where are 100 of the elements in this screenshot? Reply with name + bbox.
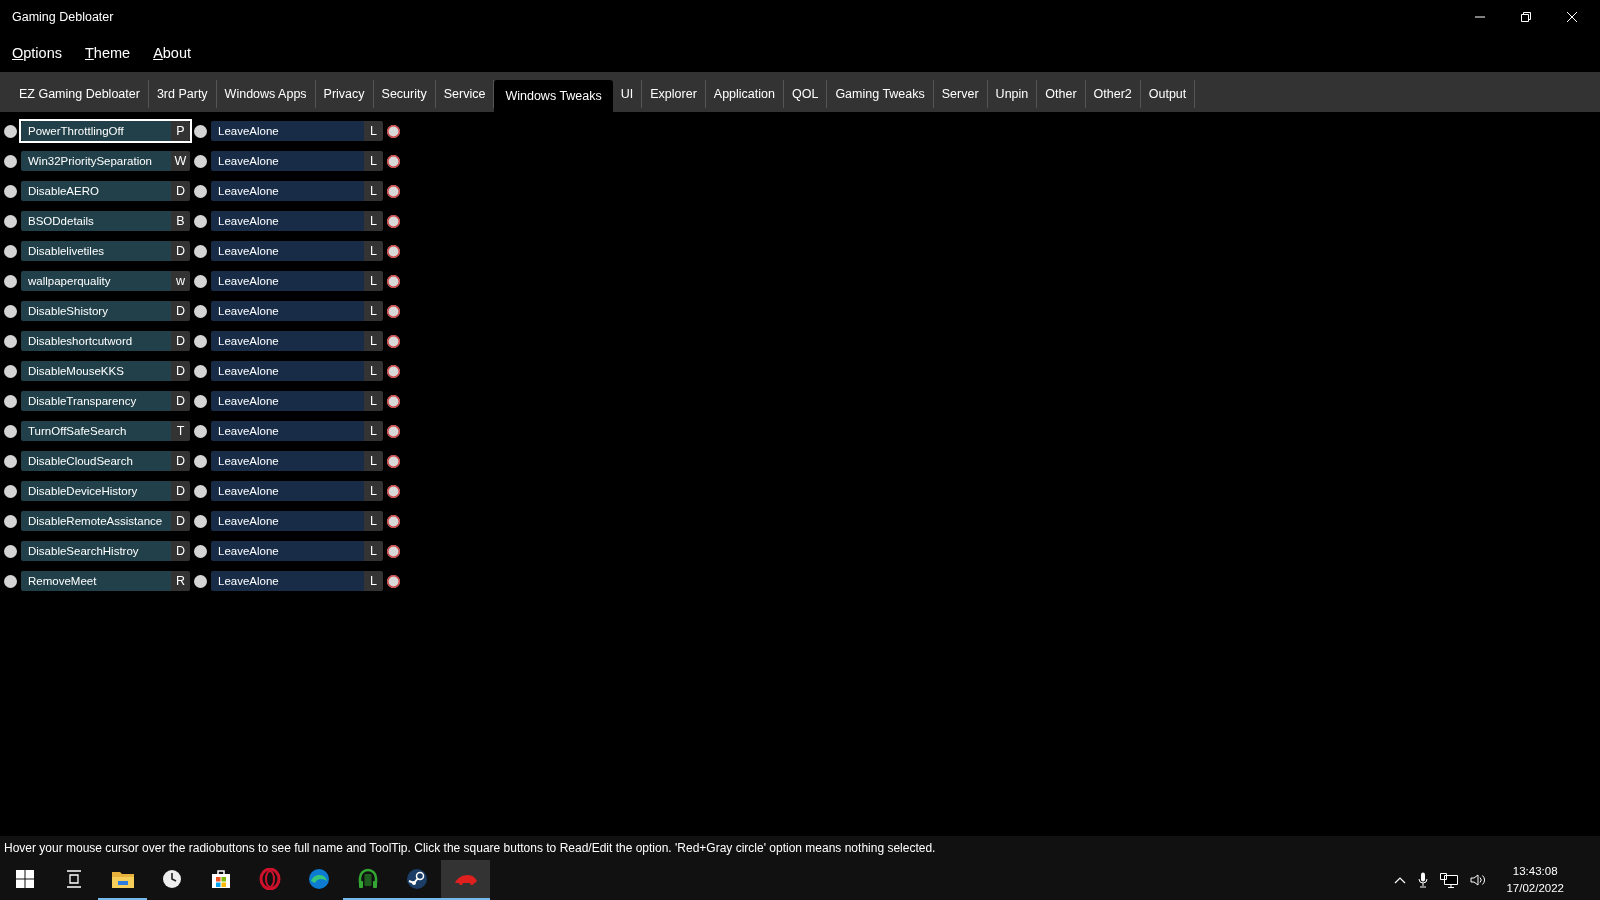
tab[interactable]: Server (933, 80, 988, 108)
radio-button[interactable] (387, 274, 400, 288)
radio-button[interactable] (4, 574, 17, 588)
radio-button[interactable] (194, 544, 207, 558)
radio-button[interactable] (4, 124, 17, 138)
restore-icon[interactable] (1520, 11, 1532, 23)
task-view-icon[interactable] (64, 870, 83, 888)
edit-button[interactable]: L (364, 151, 383, 171)
speaker-icon[interactable] (1470, 873, 1487, 887)
radio-button[interactable] (387, 364, 400, 378)
tab[interactable]: Explorer (642, 80, 706, 108)
radio-button[interactable] (387, 484, 400, 498)
value-field[interactable]: LeaveAlone (211, 541, 364, 561)
edit-button[interactable]: L (364, 391, 383, 411)
radio-button[interactable] (4, 454, 17, 468)
radio-button[interactable] (194, 244, 207, 258)
radio-button[interactable] (387, 574, 400, 588)
edit-button[interactable]: L (364, 301, 383, 321)
radio-button[interactable] (387, 214, 400, 228)
radio-button[interactable] (387, 544, 400, 558)
radio-button[interactable] (4, 364, 17, 378)
radio-button[interactable] (387, 454, 400, 468)
edit-button[interactable]: L (364, 361, 383, 381)
chevron-up-icon[interactable] (1394, 876, 1407, 884)
value-field[interactable]: LeaveAlone (211, 481, 364, 501)
edit-button[interactable]: L (364, 121, 383, 141)
clock-icon[interactable] (161, 869, 182, 889)
value-field[interactable]: LeaveAlone (211, 271, 364, 291)
radio-button[interactable] (387, 244, 400, 258)
tab[interactable]: QOL (783, 80, 828, 108)
tab[interactable]: Privacy (315, 80, 374, 108)
radio-button[interactable] (4, 514, 17, 528)
tab[interactable]: Application (705, 80, 784, 108)
windows-logo-icon[interactable] (15, 870, 34, 888)
clock-date[interactable]: 17/02/2022 (1506, 880, 1564, 897)
radio-button[interactable] (4, 244, 17, 258)
radio-button[interactable] (194, 364, 207, 378)
shopping-bag-icon[interactable] (210, 869, 231, 889)
edit-button[interactable]: L (364, 481, 383, 501)
value-field[interactable]: LeaveAlone (211, 361, 364, 381)
radio-button[interactable] (4, 394, 17, 408)
radio-button[interactable] (387, 514, 400, 528)
radio-button[interactable] (387, 424, 400, 438)
edit-button[interactable]: L (364, 241, 383, 261)
value-field[interactable]: LeaveAlone (211, 181, 364, 201)
tab[interactable]: Other2 (1085, 80, 1141, 108)
radio-button[interactable] (387, 304, 400, 318)
edit-button[interactable]: L (364, 451, 383, 471)
edit-button[interactable]: L (364, 571, 383, 591)
edit-button[interactable]: L (364, 331, 383, 351)
edit-button[interactable]: L (364, 181, 383, 201)
radio-button[interactable] (194, 124, 207, 138)
value-field[interactable]: LeaveAlone (211, 121, 364, 141)
edit-button[interactable]: L (364, 511, 383, 531)
radio-button[interactable] (194, 304, 207, 318)
tab[interactable]: Windows Tweaks (494, 80, 613, 112)
radio-button[interactable] (387, 184, 400, 198)
folder-icon[interactable] (111, 870, 134, 888)
edit-button[interactable]: L (364, 271, 383, 291)
value-field[interactable]: LeaveAlone (211, 211, 364, 231)
edit-button[interactable]: L (364, 211, 383, 231)
value-field[interactable]: LeaveAlone (211, 511, 364, 531)
tab[interactable]: Unpin (987, 80, 1038, 108)
microphone-icon[interactable] (1418, 872, 1429, 888)
radio-button[interactable] (387, 334, 400, 348)
value-field[interactable]: LeaveAlone (211, 241, 364, 261)
radio-button[interactable] (387, 154, 400, 168)
tab[interactable]: Security (373, 80, 436, 108)
value-field[interactable]: LeaveAlone (211, 391, 364, 411)
radio-button[interactable] (4, 304, 17, 318)
radio-button[interactable] (194, 484, 207, 498)
radio-button[interactable] (194, 214, 207, 228)
value-field[interactable]: LeaveAlone (211, 571, 364, 591)
radio-button[interactable] (4, 214, 17, 228)
value-field[interactable]: LeaveAlone (211, 151, 364, 171)
radio-button[interactable] (4, 484, 17, 498)
tab[interactable]: EZ Gaming Debloater (11, 80, 149, 108)
radio-button[interactable] (194, 184, 207, 198)
tab[interactable]: Output (1140, 80, 1196, 108)
menu-item[interactable]: Options (12, 45, 62, 61)
close-icon[interactable] (1566, 11, 1578, 23)
menu-item[interactable]: Theme (85, 45, 131, 61)
radio-button[interactable] (4, 274, 17, 288)
clock-time[interactable]: 13:43:08 (1512, 863, 1558, 880)
tab[interactable]: UI (612, 80, 643, 108)
value-field[interactable]: LeaveAlone (211, 331, 364, 351)
radio-button[interactable] (194, 574, 207, 588)
radio-button[interactable] (4, 154, 17, 168)
radio-button[interactable] (194, 514, 207, 528)
car-icon[interactable] (453, 872, 478, 886)
radio-button[interactable] (4, 334, 17, 348)
value-field[interactable]: LeaveAlone (211, 451, 364, 471)
value-field[interactable]: LeaveAlone (211, 421, 364, 441)
network-icon[interactable] (1440, 872, 1459, 888)
radio-button[interactable] (194, 394, 207, 408)
edit-button[interactable]: L (364, 421, 383, 441)
tab[interactable]: 3rd Party (148, 80, 217, 108)
radio-button[interactable] (194, 274, 207, 288)
ring-logo-icon[interactable] (258, 868, 281, 890)
steam-logo-icon[interactable] (405, 868, 428, 890)
